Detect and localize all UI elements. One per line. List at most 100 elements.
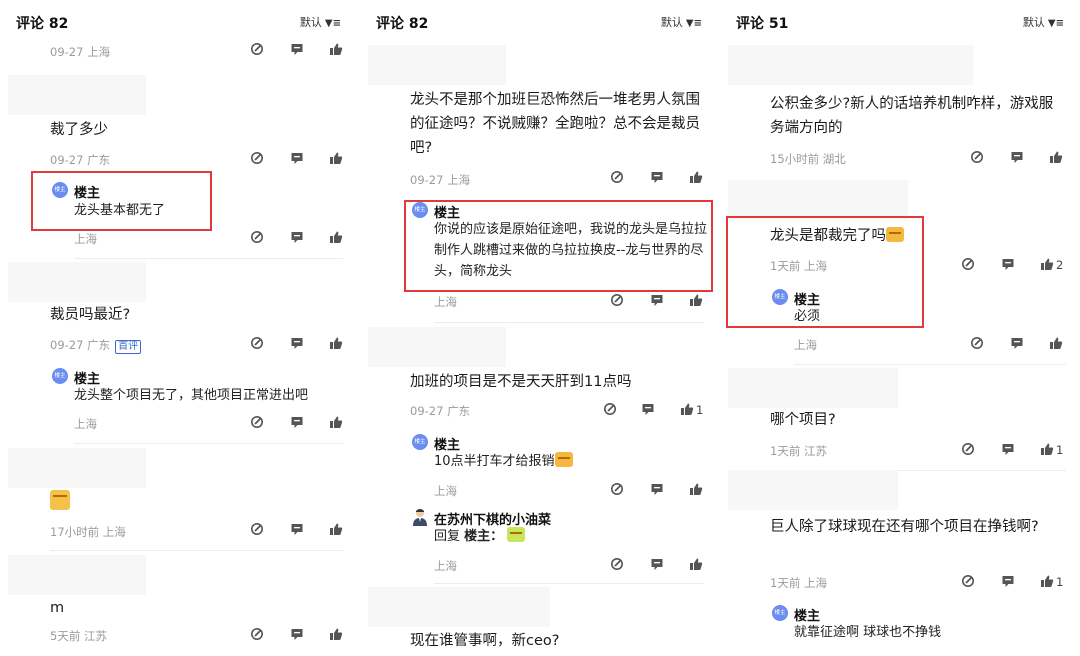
like-count: 1 [696, 403, 704, 417]
comment-meta: 15小时前 湖北 [770, 152, 846, 166]
comment-text: m [50, 600, 65, 616]
reply-prefix: 回复 [434, 529, 461, 544]
owner-badge-icon: 楼主 [772, 605, 788, 621]
divider [50, 550, 343, 551]
edit-icon[interactable] [250, 151, 264, 165]
owner-badge-icon: 楼主 [412, 434, 428, 450]
divider [74, 258, 343, 259]
thumbs-up-icon[interactable] [329, 151, 343, 165]
comment-panel-1: 评论 82 默认 ▼≡ 09-27 上海 裁了多少 09-27 广东 楼主 楼主 … [0, 0, 357, 656]
anonymous-avatar-placeholder [368, 587, 550, 627]
edit-icon[interactable] [961, 442, 975, 456]
comment-icon[interactable] [650, 293, 664, 307]
owner-badge-icon: 楼主 [52, 368, 68, 384]
thumbs-up-icon[interactable] [329, 627, 343, 641]
comment-meta: 09-27 上海 [50, 45, 111, 59]
thumbs-up-icon[interactable] [680, 402, 694, 416]
sort-label: 默认 [299, 16, 322, 29]
edit-icon[interactable] [961, 574, 975, 588]
thumbs-up-icon[interactable] [329, 42, 343, 56]
thumbs-up-icon[interactable] [329, 230, 343, 244]
comment-text: 龙头是都裁完了吗 [770, 224, 904, 248]
edit-icon[interactable] [250, 336, 264, 350]
comment-icon[interactable] [1001, 574, 1015, 588]
comment-icon[interactable] [1010, 336, 1024, 350]
sort-dropdown[interactable]: 默认 ▼≡ [300, 14, 341, 30]
anonymous-avatar-placeholder [8, 75, 146, 115]
reply-text: 就靠征途啊 球球也不挣钱 [794, 625, 942, 640]
emoji-icon [50, 490, 70, 510]
anonymous-avatar-placeholder [728, 180, 908, 220]
thumbs-up-icon[interactable] [1040, 442, 1054, 456]
panel-header: 评论 82 默认 ▼≡ [0, 0, 357, 44]
comment-count-title: 评论 82 [16, 16, 69, 32]
thumbs-up-icon[interactable] [1040, 257, 1054, 271]
comment-icon[interactable] [650, 170, 664, 184]
thumbs-up-icon[interactable] [329, 415, 343, 429]
comment-icon[interactable] [650, 557, 664, 571]
reply-target[interactable]: 楼主： [464, 529, 503, 544]
comment-meta: 1天前 上海 [770, 259, 827, 273]
reply-author[interactable]: 楼主 [74, 182, 100, 201]
edit-icon[interactable] [961, 257, 975, 271]
filter-icon: ▼≡ [324, 18, 341, 29]
thumbs-up-icon[interactable] [1040, 574, 1054, 588]
comment-meta: 5天前 江苏 [50, 629, 107, 643]
edit-icon[interactable] [250, 627, 264, 641]
edit-icon[interactable] [610, 293, 624, 307]
comment-meta-text: 09-27 广东 [50, 338, 111, 352]
edit-icon[interactable] [610, 482, 624, 496]
user-avatar-icon [413, 509, 427, 526]
reply-meta: 上海 [74, 232, 97, 246]
comment-icon[interactable] [1001, 442, 1015, 456]
edit-icon[interactable] [970, 150, 984, 164]
thumbs-up-icon[interactable] [329, 336, 343, 350]
thumbs-up-icon[interactable] [329, 522, 343, 536]
thumbs-up-icon[interactable] [689, 170, 703, 184]
comment-icon[interactable] [290, 151, 304, 165]
comment-text: 加班的项目是不是天天肝到11点吗 [410, 374, 632, 390]
comment-icon[interactable] [1010, 150, 1024, 164]
like-count: 1 [1056, 443, 1064, 457]
comment-text: 现在谁管事啊，新ceo? [410, 633, 560, 649]
comment-icon[interactable] [650, 482, 664, 496]
anonymous-avatar-placeholder [728, 470, 898, 510]
comment-panel-2: 评论 82 默认 ▼≡ 龙头不是那个加班巨恐怖然后一堆老男人氛围的征途吗？不说贼赚… [360, 0, 718, 656]
thumbs-up-icon[interactable] [1049, 336, 1063, 350]
like-count: 2 [1056, 258, 1064, 272]
anonymous-avatar-placeholder [8, 448, 146, 488]
reply-meta: 上海 [434, 295, 457, 309]
comment-icon[interactable] [290, 522, 304, 536]
comment-icon[interactable] [1001, 257, 1015, 271]
edit-icon[interactable] [610, 557, 624, 571]
sort-dropdown[interactable]: 默认 ▼≡ [661, 14, 702, 30]
edit-icon[interactable] [250, 522, 264, 536]
comment-icon[interactable] [290, 415, 304, 429]
anonymous-avatar-placeholder [368, 327, 506, 367]
thumbs-up-icon[interactable] [1049, 150, 1063, 164]
comment-meta: 09-27 上海 [410, 173, 471, 187]
edit-icon[interactable] [610, 170, 624, 184]
comment-icon[interactable] [290, 336, 304, 350]
comment-icon[interactable] [641, 402, 655, 416]
reply-text: 回复 楼主： [434, 526, 526, 547]
owner-badge-icon: 楼主 [52, 182, 68, 198]
edit-icon[interactable] [970, 336, 984, 350]
comment-icon[interactable] [290, 230, 304, 244]
reply-text: 10点半打车才给报销 [434, 451, 573, 472]
anonymous-avatar-placeholder [368, 45, 506, 85]
panel-header: 评论 51 默认 ▼≡ [720, 0, 1080, 44]
comment-icon[interactable] [290, 42, 304, 56]
sort-dropdown[interactable]: 默认 ▼≡ [1023, 14, 1064, 30]
comment-icon[interactable] [290, 627, 304, 641]
comment-panel-3: 评论 51 默认 ▼≡ 公积金多少?新人的话培养机制咋样，游戏服务端方向的 15小… [720, 0, 1080, 656]
edit-icon[interactable] [250, 42, 264, 56]
thumbs-up-icon[interactable] [689, 482, 703, 496]
edit-icon[interactable] [603, 402, 617, 416]
thumbs-up-icon[interactable] [689, 557, 703, 571]
edit-icon[interactable] [250, 230, 264, 244]
thumbs-up-icon[interactable] [689, 293, 703, 307]
edit-icon[interactable] [250, 415, 264, 429]
anonymous-avatar-placeholder [8, 262, 146, 302]
divider [434, 583, 704, 584]
